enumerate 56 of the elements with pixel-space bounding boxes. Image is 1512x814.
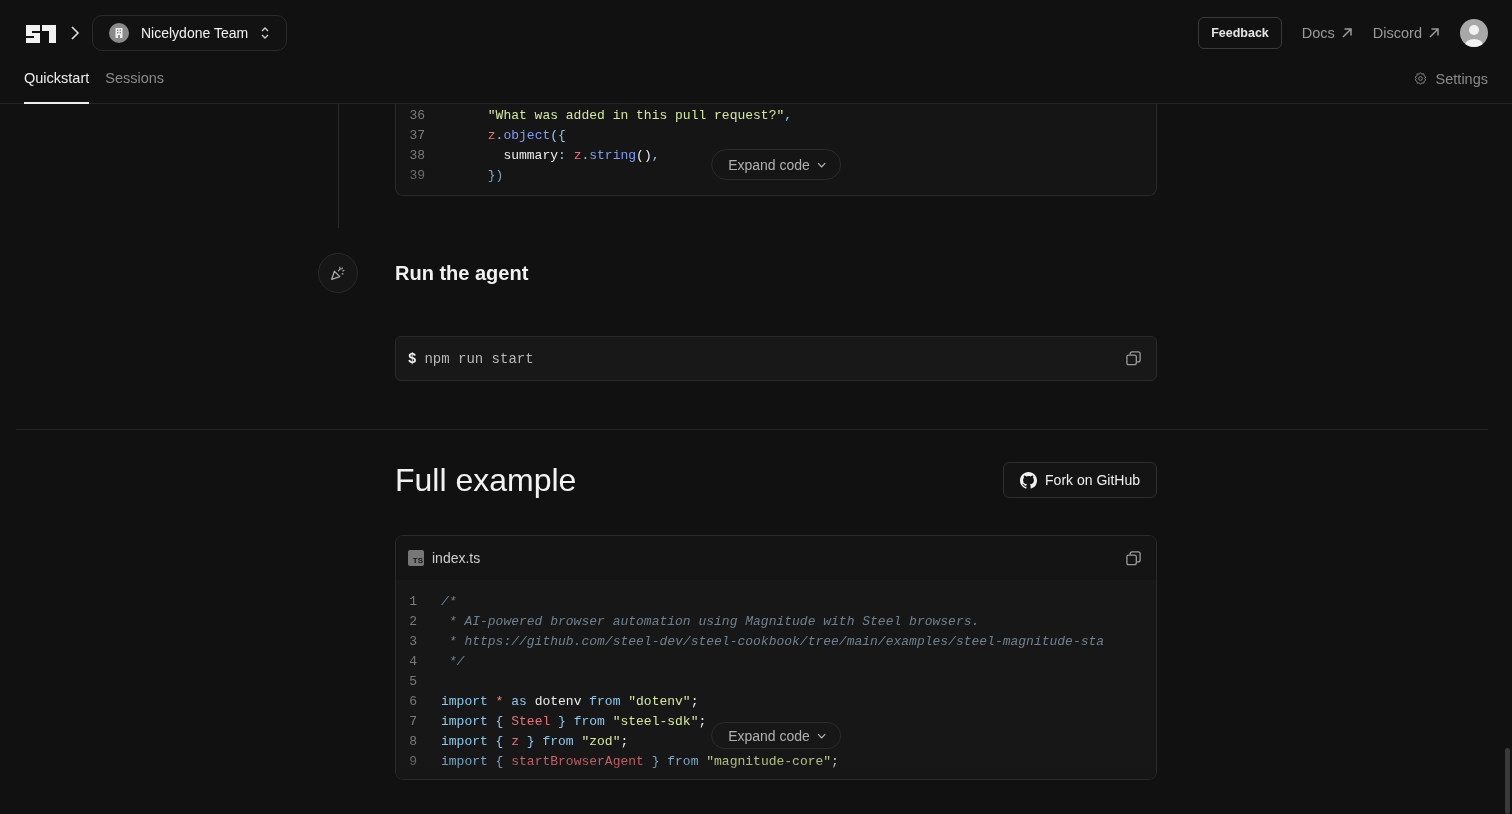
chevron-down-icon — [816, 732, 826, 739]
code-line: import { z } from "zod"; — [441, 733, 629, 751]
step-title: Run the agent — [395, 261, 529, 285]
expand-code-button[interactable]: Expand code — [711, 149, 841, 180]
tab[interactable]: Quickstart — [24, 66, 90, 104]
code-line: */ — [447, 653, 465, 671]
settings-link[interactable]: Settings — [1412, 66, 1488, 103]
avatar-icon[interactable] — [1460, 19, 1488, 47]
code-line: * AI-powered browser automation using Magnitude with Steel browsers. — [447, 613, 980, 631]
command-text: npm run start — [424, 350, 535, 367]
code-line: import * as dotenv from "dotenv"; — [441, 693, 699, 711]
line-number: 36 — [408, 107, 425, 125]
line-number: 6 — [408, 693, 417, 711]
code-line: * https://github.com/steel-dev/steel-cookbook/tree/main/examples/steel-magnitude-sta — [447, 633, 1105, 651]
line-number: 3 — [408, 633, 417, 651]
chevron-down-icon — [816, 161, 826, 168]
section-title: Full example — [395, 461, 577, 499]
code-line: import { startBrowserAgent } from "magnitude-core"; — [441, 753, 839, 771]
fork-button[interactable]: Fork on GitHub — [1003, 462, 1157, 498]
tab[interactable]: Sessions — [105, 66, 165, 104]
line-number: 39 — [408, 167, 425, 185]
line-number: 4 — [408, 653, 417, 671]
line-number: 2 — [408, 613, 417, 631]
file-name: index.ts — [432, 550, 482, 566]
chevron-up-down-icon — [260, 25, 271, 41]
external-link[interactable]: Discord — [1372, 25, 1440, 41]
line-number: 5 — [408, 673, 417, 691]
copy-icon[interactable] — [1125, 549, 1142, 567]
feedback-button[interactable]: Feedback — [1198, 17, 1282, 49]
line-number: 37 — [408, 127, 425, 145]
code-line: import { Steel } from "steel-sdk"; — [441, 713, 707, 731]
code-line: /* — [441, 593, 457, 611]
scrollbar[interactable] — [1505, 748, 1510, 814]
line-number: 8 — [408, 733, 417, 751]
expand-code-button[interactable]: Expand code — [711, 722, 841, 749]
prompt-symbol: $ — [408, 350, 417, 367]
arrow-up-right-icon — [1340, 27, 1353, 39]
external-link[interactable]: Docs — [1301, 25, 1353, 41]
building-icon — [109, 23, 129, 43]
arrow-up-right-icon — [1428, 27, 1440, 39]
line-number: 7 — [408, 713, 417, 731]
code-line: "What was added in this pull request?", — [486, 107, 793, 125]
line-number: 38 — [408, 147, 425, 165]
line-number: 1 — [408, 593, 417, 611]
code-line: summary: z.string(), — [502, 147, 660, 165]
copy-icon[interactable] — [1125, 350, 1142, 367]
settings-icon — [1412, 71, 1428, 86]
code-line: }) — [486, 167, 504, 185]
team-name: Nicelydone Team — [141, 25, 249, 41]
github-icon — [1020, 471, 1038, 489]
chevron-right-icon — [70, 26, 80, 40]
code-line: z.object({ — [486, 127, 566, 145]
party-popper-icon — [329, 264, 347, 282]
typescript-file-icon: TS — [408, 550, 424, 566]
team-selector[interactable]: Nicelydone Team — [92, 15, 288, 51]
line-number: 9 — [408, 753, 417, 771]
